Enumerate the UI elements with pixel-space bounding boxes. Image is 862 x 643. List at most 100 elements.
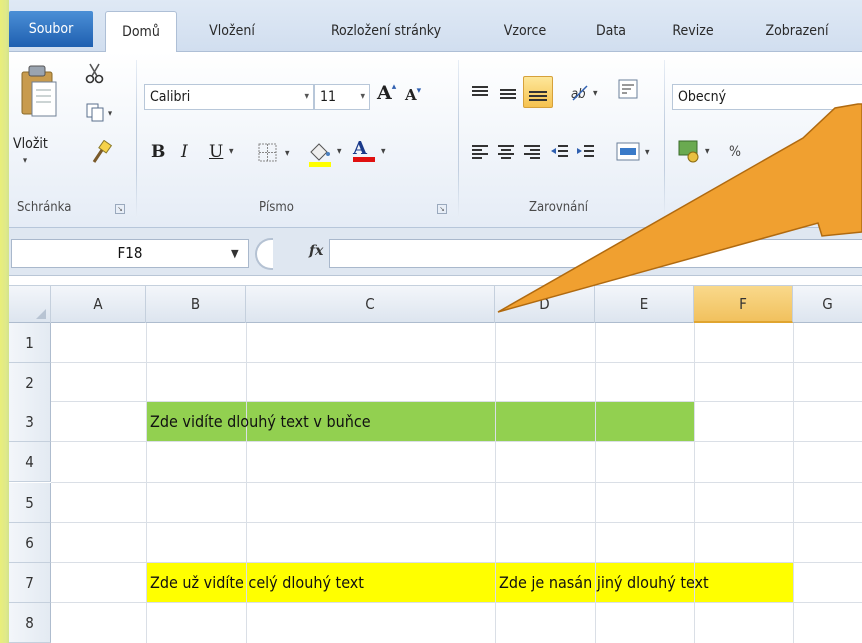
paste-button[interactable] xyxy=(19,64,57,124)
number-format-combo[interactable]: Obecný xyxy=(672,84,862,110)
excel-window: Soubor Domů Vložení Rozložení stránky Vz… xyxy=(9,0,862,643)
group-label-clipboard: Schránka xyxy=(17,200,72,215)
formula-bar-resize-handle[interactable] xyxy=(255,238,273,270)
font-color-icon: A xyxy=(353,138,367,159)
align-middle-icon xyxy=(500,89,516,99)
align-middle-button[interactable] xyxy=(497,82,519,108)
row-header-3[interactable]: 3 xyxy=(9,402,51,442)
svg-text:▾: ▾ xyxy=(108,109,113,119)
ribbon-home: Vložit ▾ ▾ Schránka ↘ Calibri ▾ 11 ▾ A▴ … xyxy=(9,52,862,228)
gridline xyxy=(51,441,862,442)
select-all-icon xyxy=(36,309,46,319)
tab-data[interactable]: Data xyxy=(583,11,639,52)
group-separator xyxy=(458,60,459,218)
format-painter-icon[interactable] xyxy=(89,139,113,170)
cell-b3[interactable]: Zde vidíte dlouhý text v buňce xyxy=(146,402,371,441)
tab-file[interactable]: Soubor xyxy=(9,11,93,47)
name-box[interactable]: F18 xyxy=(11,239,249,268)
merge-icon: ▾ xyxy=(616,142,650,161)
font-launcher-icon[interactable]: ↘ xyxy=(437,204,447,214)
decrease-indent-button[interactable] xyxy=(549,142,571,168)
tab-view[interactable]: Zobrazení xyxy=(747,11,847,52)
gridline xyxy=(793,323,794,643)
svg-text:▾: ▾ xyxy=(645,147,650,158)
orientation-button[interactable]: ab▾ xyxy=(569,82,603,108)
tab-home[interactable]: Domů xyxy=(105,11,177,53)
gridline xyxy=(51,602,862,603)
column-header-e[interactable]: E xyxy=(595,286,694,323)
tab-insert[interactable]: Vložení xyxy=(191,11,273,52)
font-size-combo[interactable]: 11 ▾ xyxy=(314,84,370,110)
svg-text:▾: ▾ xyxy=(705,146,710,157)
paste-icon xyxy=(21,65,57,117)
copy-icon[interactable]: ▾ xyxy=(85,102,115,126)
font-name-combo[interactable]: Calibri ▾ xyxy=(144,84,314,110)
align-bottom-icon xyxy=(529,91,547,101)
bold-button[interactable]: B xyxy=(151,142,165,162)
clipboard-launcher-icon[interactable]: ↘ xyxy=(115,204,125,214)
svg-text:▾: ▾ xyxy=(285,148,290,159)
row-header-5[interactable]: 5 xyxy=(9,483,51,523)
column-headers: A B C D E F G xyxy=(9,285,862,323)
fill-bucket-icon: ▾ xyxy=(309,143,342,167)
tab-review[interactable]: Revize xyxy=(661,11,725,52)
formula-bar: F18 ▼ fx xyxy=(9,228,862,276)
row-header-7[interactable]: 7 xyxy=(9,563,51,603)
gridline xyxy=(51,362,862,363)
wrap-text-button[interactable] xyxy=(617,78,641,106)
column-header-a[interactable]: A xyxy=(51,286,146,323)
cell-d7[interactable]: Zde je nasán jiný dlouhý text xyxy=(495,563,709,602)
group-separator xyxy=(136,60,137,218)
borders-icon: ▾ xyxy=(258,143,290,162)
row-header-1[interactable]: 1 xyxy=(9,323,51,363)
tab-formulas[interactable]: Vzorce xyxy=(487,11,563,52)
percent-style-icon[interactable]: % xyxy=(729,144,741,160)
paste-dropdown-arrow-icon[interactable]: ▾ xyxy=(23,156,27,166)
row-header-4[interactable]: 4 xyxy=(9,442,51,482)
column-header-b[interactable]: B xyxy=(146,286,246,323)
shrink-font-button[interactable]: A▾ xyxy=(405,86,421,104)
tab-page-layout[interactable]: Rozložení stránky xyxy=(301,11,471,52)
row-header-8[interactable]: 8 xyxy=(9,603,51,643)
column-header-g[interactable]: G xyxy=(793,286,862,323)
merge-center-button[interactable]: ▾ xyxy=(615,140,655,168)
column-header-d[interactable]: D xyxy=(495,286,595,323)
align-left-button[interactable] xyxy=(469,142,491,168)
font-color-dropdown-icon[interactable]: ▾ xyxy=(381,146,386,157)
font-color-button[interactable]: A xyxy=(353,138,375,162)
align-top-button[interactable] xyxy=(469,82,491,108)
font-size-value: 11 xyxy=(320,89,337,105)
insert-function-icon[interactable]: fx xyxy=(309,243,323,259)
formula-input[interactable] xyxy=(329,239,862,268)
orientation-icon: ab▾ xyxy=(571,85,598,102)
column-header-f[interactable]: F xyxy=(694,286,793,323)
select-all-button[interactable] xyxy=(9,286,51,323)
decrease-indent-icon xyxy=(551,145,568,157)
svg-text:▾: ▾ xyxy=(337,146,342,157)
row-header-6[interactable]: 6 xyxy=(9,523,51,563)
worksheet-grid: A B C D E F G 1 2 3 4 5 6 7 8 Zde vidíte… xyxy=(9,285,862,643)
fill-color-button[interactable]: ▾ xyxy=(307,140,347,172)
align-right-button[interactable] xyxy=(521,142,543,168)
align-bottom-button[interactable] xyxy=(523,76,553,108)
increase-indent-button[interactable] xyxy=(575,142,597,168)
gridline xyxy=(51,522,862,523)
column-header-c[interactable]: C xyxy=(246,286,495,323)
italic-button[interactable]: I xyxy=(181,142,188,162)
gridline xyxy=(51,482,862,483)
accounting-format-button[interactable]: ▾ xyxy=(677,138,727,168)
cut-icon[interactable] xyxy=(85,62,105,88)
align-left-icon xyxy=(472,145,488,159)
number-format-value: Obecný xyxy=(678,89,727,105)
underline-button[interactable]: U xyxy=(209,142,223,162)
borders-button[interactable]: ▾ xyxy=(257,142,297,168)
cell-b7[interactable]: Zde už vidíte celý dlouhý text xyxy=(146,563,364,602)
paste-label[interactable]: Vložit xyxy=(13,136,48,152)
underline-dropdown-icon[interactable]: ▾ xyxy=(229,146,234,157)
shrink-font-icon: A xyxy=(405,86,417,104)
name-box-dropdown-icon[interactable]: ▼ xyxy=(231,247,239,260)
align-top-icon xyxy=(472,86,488,96)
grow-font-button[interactable]: A▴ xyxy=(377,82,396,104)
row-header-2[interactable]: 2 xyxy=(9,363,51,403)
align-center-button[interactable] xyxy=(495,142,517,168)
